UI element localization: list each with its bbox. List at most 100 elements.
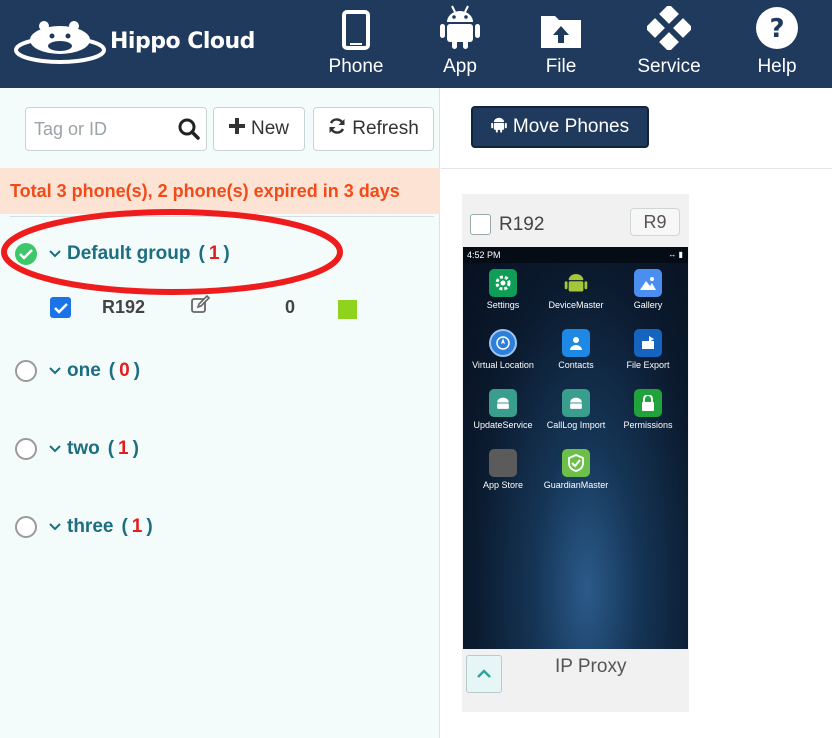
chevron-up-icon <box>477 669 491 678</box>
android-icon <box>562 269 590 297</box>
signal-icon: ↔ ▮ <box>668 250 683 259</box>
paren-close: ) <box>132 438 139 459</box>
expiry-warning-text: Total 3 phone(s), 2 phone(s) expired in … <box>10 180 400 201</box>
group-name: Default group <box>67 243 191 264</box>
svg-text:?: ? <box>769 14 784 44</box>
phone-card: R192 R9 4:52 PM ↔ ▮ Settings DeviceMaste… <box>462 194 689 712</box>
chevron-down-icon[interactable] <box>49 440 61 458</box>
group-selected-check-icon[interactable] <box>15 243 37 265</box>
paren-open: ( <box>121 516 128 537</box>
app-virtual-location[interactable]: Virtual Location <box>467 329 539 370</box>
phone-screen[interactable]: 4:52 PM ↔ ▮ Settings DeviceMaster Galler… <box>463 247 688 649</box>
phone-panel: Move Phones R192 R9 4:52 PM ↔ ▮ Settings <box>441 88 832 738</box>
phone-card-checkbox[interactable] <box>470 214 491 235</box>
phone-status-time: 4:52 PM <box>467 250 501 260</box>
app-store-icon <box>489 449 517 477</box>
group-radio[interactable] <box>15 516 37 538</box>
search-input[interactable] <box>26 108 166 150</box>
search-box <box>25 107 207 151</box>
app-label: DeviceMaster <box>548 300 604 310</box>
nav-file-label: File <box>545 56 577 77</box>
app-updateservice[interactable]: UpdateService <box>467 389 539 430</box>
group-three[interactable]: three ( 1 ) <box>15 516 153 538</box>
chevron-down-icon[interactable] <box>49 245 61 263</box>
app-gallery[interactable]: Gallery <box>612 269 684 310</box>
search-icon[interactable] <box>178 118 200 145</box>
group-name: two <box>67 438 100 459</box>
group-panel: New Refresh Total 3 phone(s), 2 phone(s)… <box>0 88 440 738</box>
app-settings[interactable]: Settings <box>467 269 539 310</box>
group-name: three <box>67 516 114 537</box>
nav-help[interactable]: ? Help <box>746 0 808 88</box>
plus-icon <box>228 118 245 140</box>
android-icon <box>491 115 507 139</box>
app-app-store[interactable]: App Store <box>467 449 539 490</box>
app-contacts[interactable]: Contacts <box>540 329 612 370</box>
paren-open: ( <box>108 360 116 381</box>
app-devicemaster[interactable]: DeviceMaster <box>540 269 612 310</box>
nav-service[interactable]: Service <box>630 0 708 88</box>
new-button-label: New <box>250 118 289 139</box>
group-radio[interactable] <box>15 438 37 460</box>
phone-status-indicator <box>338 300 357 319</box>
settings-icon <box>489 269 517 297</box>
group-phone-row[interactable]: R192 0 <box>50 293 430 323</box>
phone-checkbox[interactable] <box>50 297 71 318</box>
app-label: Permissions <box>623 420 673 430</box>
group-two[interactable]: two ( 1 ) <box>15 438 139 460</box>
phone-card-footer: IP Proxy <box>462 650 689 712</box>
app-guardianmaster[interactable]: GuardianMaster <box>540 449 612 490</box>
phone-card-id: R192 <box>499 214 545 235</box>
android-icon <box>440 0 480 50</box>
group-default[interactable]: Default group ( 1 ) <box>15 243 230 265</box>
phone-number-value: 0 <box>285 297 296 317</box>
app-label: CallLog Import <box>546 420 606 430</box>
edit-icon[interactable] <box>190 294 211 320</box>
ip-proxy-label[interactable]: IP Proxy <box>555 656 626 678</box>
move-phones-button[interactable]: Move Phones <box>471 106 649 148</box>
refresh-button[interactable]: Refresh <box>313 107 434 151</box>
group-name: one <box>67 360 101 381</box>
nav-phone[interactable]: Phone <box>322 0 390 88</box>
group-count: 1 <box>208 243 220 264</box>
app-label: Virtual Location <box>472 360 534 370</box>
file-export-icon <box>634 329 662 357</box>
refresh-icon <box>328 117 346 141</box>
top-nav-bar: Hippo Cloud Phone App File Service ? Hel… <box>0 0 832 88</box>
service-icon <box>647 0 691 50</box>
group-radio[interactable] <box>15 360 37 382</box>
app-permissions[interactable]: Permissions <box>612 389 684 430</box>
help-icon: ? <box>755 0 799 50</box>
location-icon <box>489 329 517 357</box>
phone-status-bar: 4:52 PM ↔ ▮ <box>463 247 688 263</box>
nav-service-label: Service <box>637 56 701 77</box>
lock-icon <box>634 389 662 417</box>
app-label: Settings <box>486 300 520 310</box>
phone-id: R192 <box>102 297 146 317</box>
app-file-export[interactable]: File Export <box>612 329 684 370</box>
app-label: File Export <box>626 360 670 370</box>
file-upload-icon <box>539 0 583 50</box>
expiry-warning-banner: Total 3 phone(s), 2 phone(s) expired in … <box>0 168 440 214</box>
nav-app[interactable]: App <box>426 0 494 88</box>
app-calllog-import[interactable]: CallLog Import <box>540 389 612 430</box>
collapse-up-button[interactable] <box>466 655 502 693</box>
brand-name: Hippo Cloud <box>110 28 255 54</box>
app-label: Contacts <box>558 360 594 370</box>
divider <box>10 216 434 217</box>
chevron-down-icon[interactable] <box>49 518 61 536</box>
new-button[interactable]: New <box>213 107 305 151</box>
phone-icon <box>342 0 370 50</box>
paren-close: ) <box>133 360 141 381</box>
chevron-down-icon[interactable] <box>49 362 61 380</box>
brand-logo[interactable]: Hippo Cloud <box>14 16 255 66</box>
shield-icon <box>562 449 590 477</box>
app-label: GuardianMaster <box>543 480 609 490</box>
app-label: Gallery <box>633 300 663 310</box>
paren-open: ( <box>198 243 205 264</box>
group-count: 0 <box>119 360 130 381</box>
group-one[interactable]: one ( 0 ) <box>15 360 140 382</box>
gallery-icon <box>634 269 662 297</box>
app-label: UpdateService <box>473 420 533 430</box>
nav-file[interactable]: File <box>528 0 594 88</box>
